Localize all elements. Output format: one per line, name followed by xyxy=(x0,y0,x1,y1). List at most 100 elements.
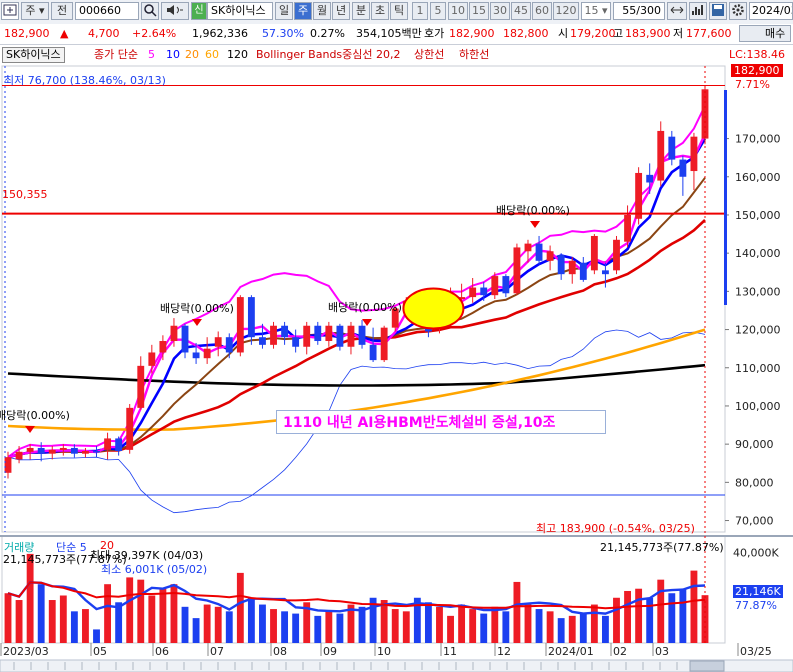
volume-bar xyxy=(579,613,587,643)
volume-bar xyxy=(358,606,366,643)
candle-body xyxy=(668,136,676,160)
volume-bar xyxy=(104,584,112,643)
y-tick-label: 140,000 xyxy=(735,247,781,260)
candle-body xyxy=(358,325,366,345)
candle-body xyxy=(37,447,45,454)
volume-tick-label: 40,000K xyxy=(733,547,779,560)
x-tick-label: 03/25 xyxy=(740,645,772,658)
volume-bar xyxy=(447,615,454,643)
y-tick-label: 130,000 xyxy=(735,285,781,298)
y-tick-label: 80,000 xyxy=(735,476,774,489)
volume-bar xyxy=(458,604,466,643)
candle-body xyxy=(690,136,698,172)
y-tick-label: 90,000 xyxy=(735,438,774,451)
x-tick-label: 06 xyxy=(155,645,169,658)
axis-range-bar xyxy=(724,90,727,305)
volume-bar xyxy=(336,613,344,643)
volume-bar xyxy=(148,595,156,643)
volume-bar xyxy=(679,588,687,643)
x-tick-label: 03 xyxy=(655,645,669,658)
volume-bar xyxy=(690,570,698,643)
highlight-ellipse xyxy=(402,287,465,330)
candle-body xyxy=(59,447,67,450)
candle-body xyxy=(26,447,34,452)
volume-bar xyxy=(590,604,598,643)
price-chart[interactable]: 70,000 80,000 90,000 100,000 110,000 120,000 1… xyxy=(0,0,793,672)
volume-bar xyxy=(469,609,477,643)
candle-body xyxy=(148,352,156,366)
candle-body xyxy=(115,438,123,452)
candle-body xyxy=(579,262,587,280)
volume-bar xyxy=(203,604,211,643)
volume-bar xyxy=(325,611,333,643)
candle-body xyxy=(513,247,521,294)
y-tick-label: 70,000 xyxy=(735,515,774,528)
volume-bar xyxy=(236,572,244,643)
candle-body xyxy=(380,327,388,361)
candle-body xyxy=(270,325,277,345)
candle-body xyxy=(170,325,178,342)
candle-body xyxy=(181,325,189,353)
x-tick-label: 08 xyxy=(273,645,287,658)
volume-bar xyxy=(546,611,554,643)
x-tick-label: 09 xyxy=(323,645,337,658)
candle-body xyxy=(590,235,598,271)
candle-body xyxy=(292,337,300,347)
volume-bar xyxy=(225,611,233,643)
volume-bar xyxy=(601,615,609,643)
x-tick-label: 02 xyxy=(613,645,627,658)
volume-bar xyxy=(402,611,410,643)
volume-bar xyxy=(181,606,189,643)
y-tick-label: 100,000 xyxy=(735,400,781,413)
candle-body xyxy=(491,276,499,296)
volume-bar xyxy=(15,600,23,643)
candle-body xyxy=(137,365,145,408)
scroll-thumb xyxy=(689,660,725,672)
x-tick-label: 10 xyxy=(377,645,391,658)
volume-bar xyxy=(292,613,300,643)
candle-body xyxy=(281,325,289,338)
volume-bar xyxy=(668,593,676,643)
volume-bar xyxy=(424,602,432,643)
price-panel-frame xyxy=(1,65,726,533)
candle-body xyxy=(82,451,89,454)
volume-bar xyxy=(259,604,266,643)
volume-bar xyxy=(82,609,89,643)
volume-bar xyxy=(37,584,45,643)
volume-bar xyxy=(613,597,620,643)
candle-body xyxy=(236,297,244,353)
x-tick-label: 11 xyxy=(443,645,457,658)
candle-body xyxy=(214,337,222,347)
candle-body xyxy=(568,260,576,275)
candle-body xyxy=(225,337,233,353)
x-tick-label: 07 xyxy=(210,645,224,658)
candle-body xyxy=(480,287,488,296)
candle-body xyxy=(524,243,532,252)
candle-body xyxy=(15,451,23,460)
candle-body xyxy=(4,457,12,473)
candle-body xyxy=(613,239,620,271)
x-tick-label: 2024/01 xyxy=(548,645,594,658)
y-tick-label: 170,000 xyxy=(735,133,781,146)
candle-body xyxy=(391,308,399,328)
volume-bar xyxy=(524,604,532,643)
candle-body xyxy=(159,341,167,353)
candle-body xyxy=(126,407,134,450)
candle-body xyxy=(259,337,266,345)
horizontal-scrollbar xyxy=(0,659,793,672)
candle-body xyxy=(657,130,665,181)
volume-bar xyxy=(391,609,399,643)
candle-body xyxy=(646,174,654,183)
volume-bar xyxy=(26,553,34,643)
y-tick-label: 150,000 xyxy=(735,209,781,222)
candle-body xyxy=(679,159,687,177)
volume-bar xyxy=(502,611,510,643)
x-tick-label: 2023/03 xyxy=(3,645,49,658)
volume-bar xyxy=(70,611,78,643)
volume-bar xyxy=(624,590,631,643)
volume-bar xyxy=(535,609,543,643)
candle-body xyxy=(535,243,543,261)
candle-body xyxy=(635,172,643,219)
candle-body xyxy=(48,449,56,454)
volume-bar xyxy=(126,577,134,643)
